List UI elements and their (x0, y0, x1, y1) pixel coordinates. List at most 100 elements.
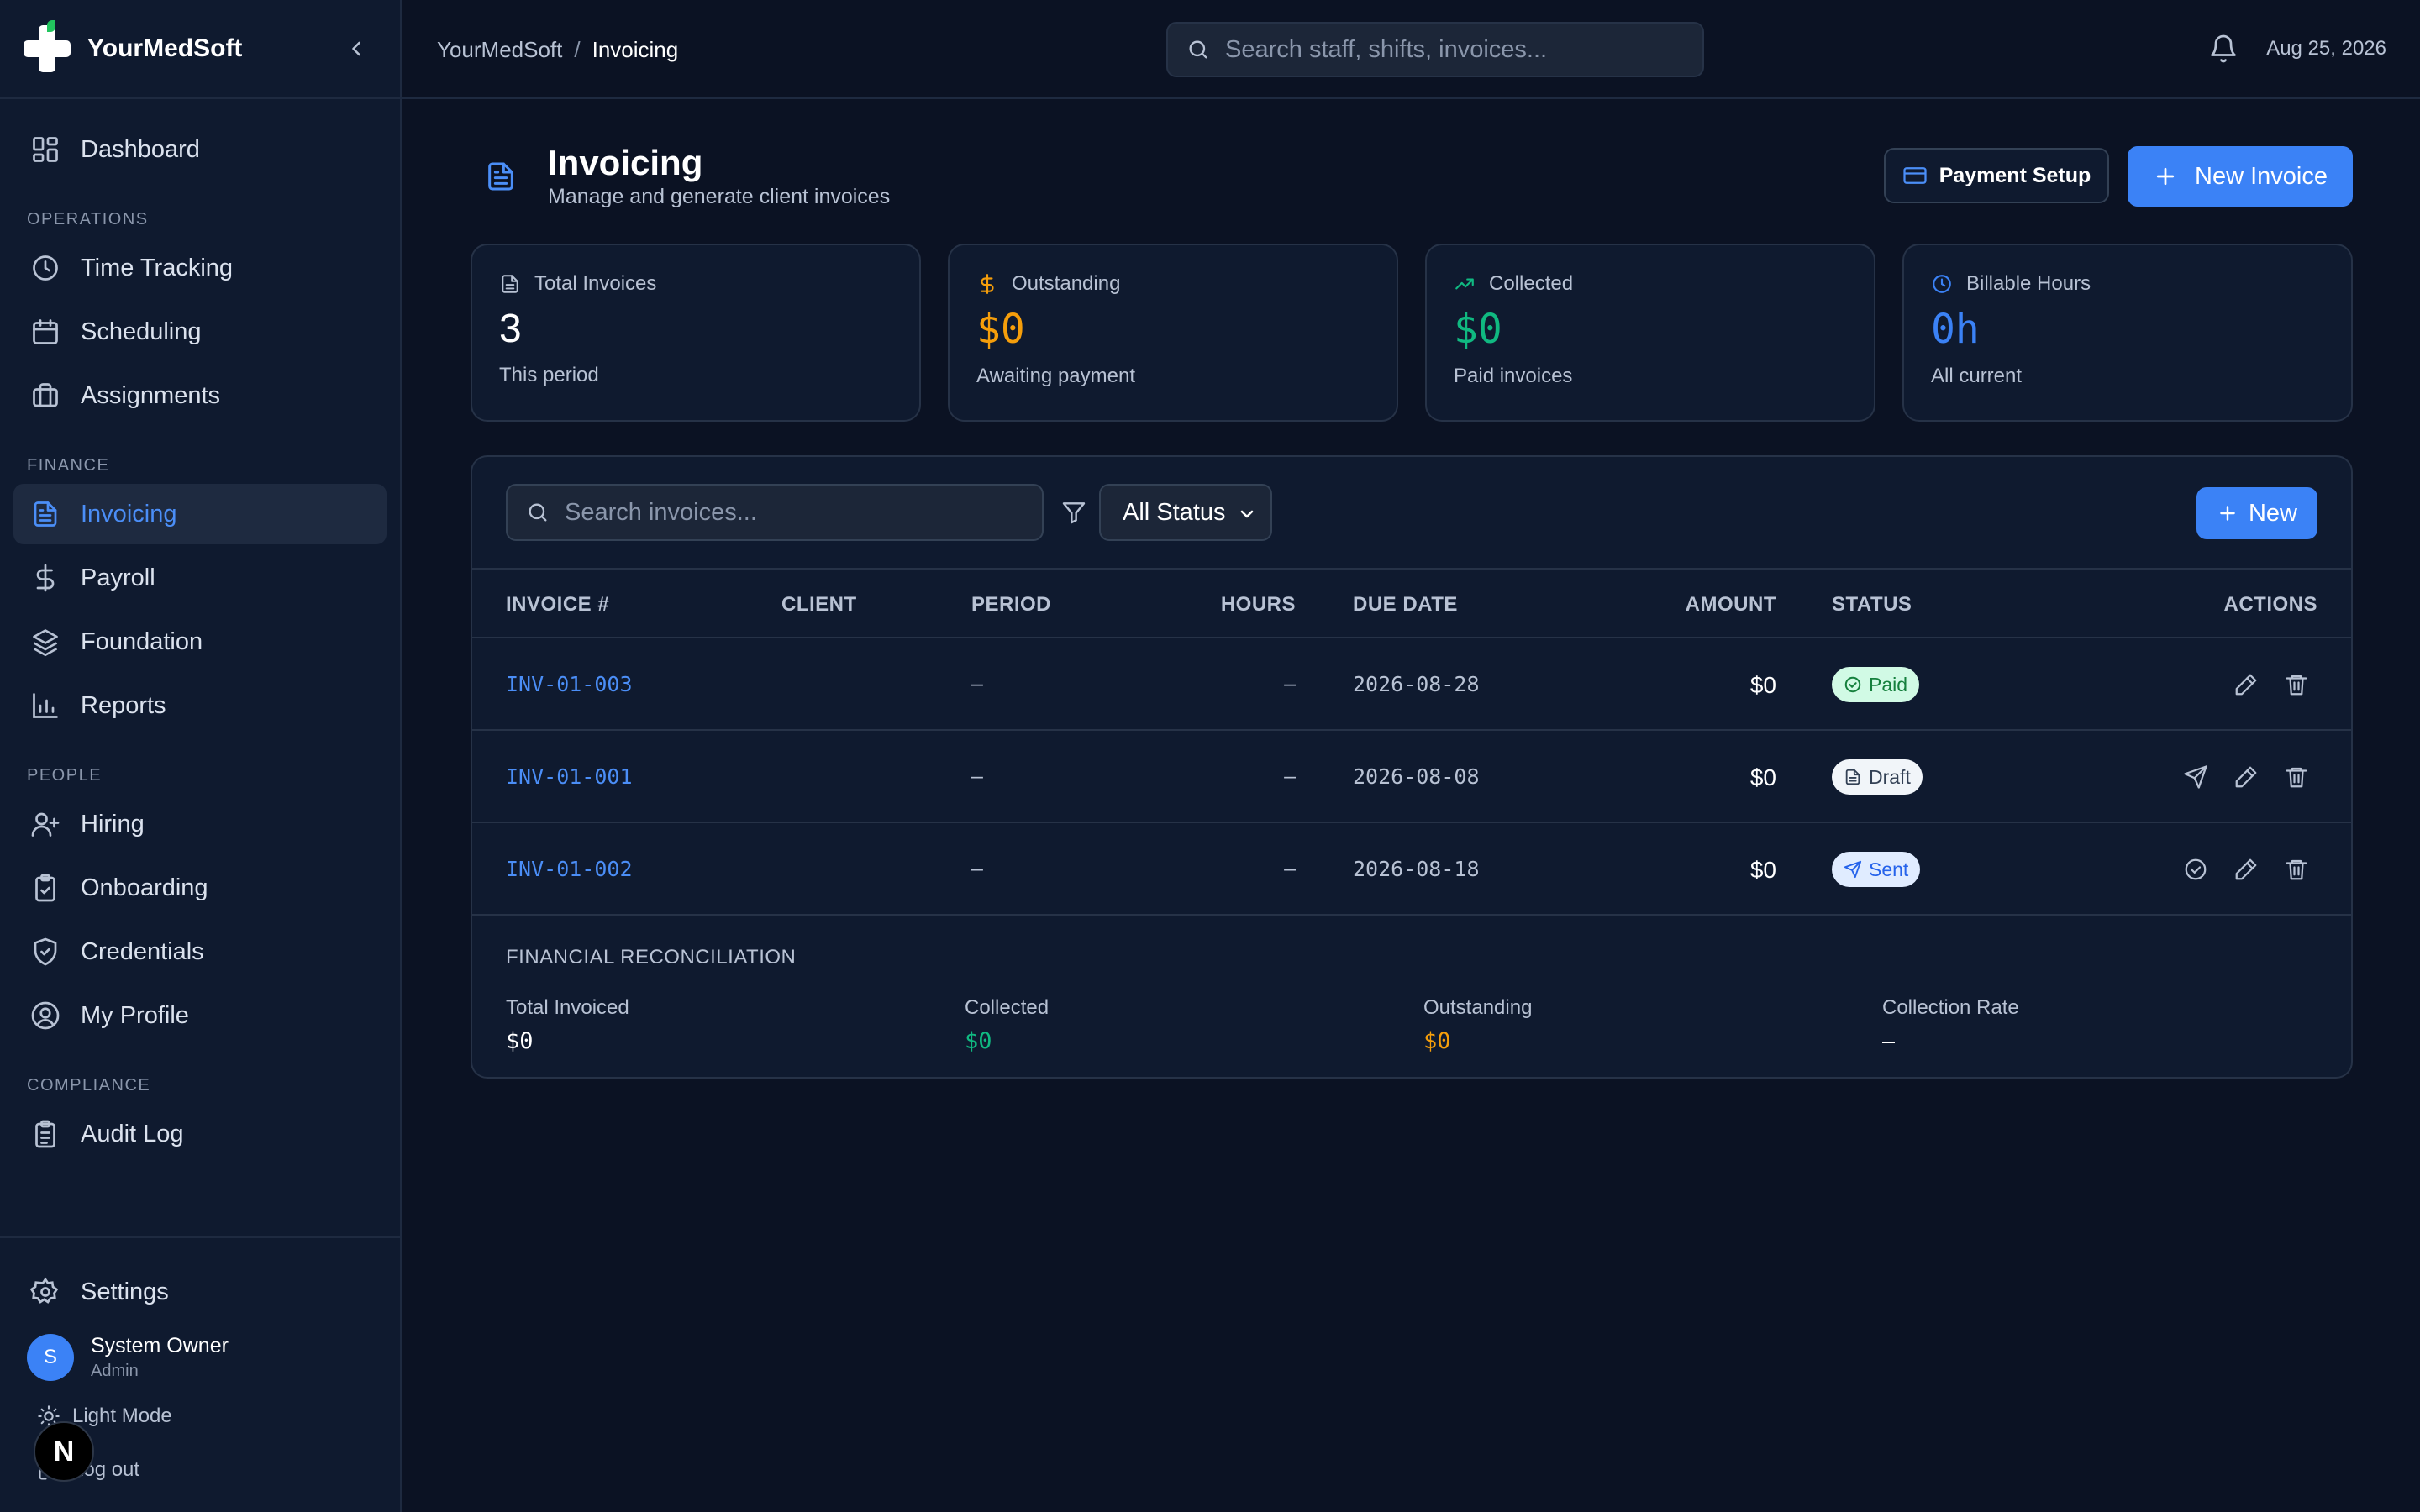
section-label-operations: OPERATIONS (27, 210, 149, 228)
plus-icon (2156, 167, 2175, 186)
sidebar-item-hiring[interactable]: Hiring (13, 794, 387, 854)
pencil-icon[interactable] (2233, 857, 2259, 882)
new-label: New (2248, 499, 2297, 527)
clock-icon (33, 255, 58, 281)
sidebar-item-scheduling[interactable]: Scheduling (13, 302, 387, 362)
trash-icon[interactable] (2284, 764, 2309, 790)
new-invoice-label: New Invoice (2195, 162, 2328, 190)
column-header-status[interactable]: STATUS (1832, 593, 1912, 617)
column-header-amount[interactable]: AMOUNT (1686, 593, 1776, 617)
briefcase-icon (33, 383, 58, 407)
recon-outstanding: Outstanding $0 (1423, 996, 1532, 1054)
send-icon[interactable] (2183, 764, 2208, 790)
check-circle-icon (1844, 676, 1861, 693)
breadcrumb-separator: / (574, 37, 581, 62)
column-header-hours[interactable]: HOURS (1221, 593, 1296, 617)
recon-collected: Collected $0 (965, 996, 1049, 1054)
sidebar-item-payroll[interactable]: Payroll (13, 548, 387, 608)
sidebar-item-audit-log[interactable]: Audit Log (13, 1104, 387, 1164)
stat-card-billable-hours: Billable Hours 0h All current (1902, 244, 2353, 422)
sidebar-item-credentials[interactable]: Credentials (13, 921, 387, 982)
light-mode-label: Light Mode (72, 1404, 172, 1427)
page-header: Invoicing Manage and generate client inv… (471, 141, 2353, 217)
table-row[interactable]: INV-01-002 – – 2026-08-18 $0 Sent (472, 823, 2351, 916)
sidebar: YourMedSoft Dashboard OPERATIONS Time Tr… (0, 0, 402, 1512)
bell-icon[interactable] (2208, 34, 2238, 64)
sidebar-item-label: Invoicing (81, 500, 177, 528)
sidebar-item-reports[interactable]: Reports (13, 675, 387, 736)
layers-icon (33, 629, 58, 657)
page-subtitle: Manage and generate client invoices (548, 185, 891, 208)
status-badge: Draft (1832, 759, 1923, 795)
collapse-sidebar-button[interactable] (343, 35, 370, 62)
stat-card-outstanding: Outstanding $0 Awaiting payment (948, 244, 1398, 422)
brand-name: YourMedSoft (87, 34, 243, 62)
column-header-period[interactable]: PERIOD (971, 593, 1051, 617)
dollar-icon (981, 274, 994, 294)
new-button[interactable]: New (2196, 487, 2317, 539)
sidebar-item-time-tracking[interactable]: Time Tracking (13, 238, 387, 298)
pencil-icon[interactable] (2233, 672, 2259, 697)
due-date-cell: 2026-08-08 (1353, 764, 1480, 789)
trash-icon[interactable] (2284, 857, 2309, 882)
invoice-number-link[interactable]: INV-01-003 (506, 672, 633, 696)
recon-total-invoiced: Total Invoiced $0 (506, 996, 629, 1054)
table-row[interactable]: INV-01-003 – – 2026-08-28 $0 Paid (472, 638, 2351, 731)
check-circle-icon[interactable] (2183, 857, 2208, 882)
pencil-icon[interactable] (2233, 764, 2259, 790)
status-label: Draft (1869, 765, 1911, 788)
stat-value: 3 (499, 307, 522, 351)
recon-label: Outstanding (1423, 996, 1533, 1019)
sidebar-nav: Dashboard OPERATIONS Time Tracking Sched… (0, 99, 400, 1164)
recon-value: $0 (1423, 1028, 1451, 1054)
sidebar-item-invoicing[interactable]: Invoicing (13, 484, 387, 544)
invoice-number-link[interactable]: INV-01-002 (506, 857, 633, 881)
file-icon (34, 501, 57, 527)
status-label: Sent (1869, 858, 1909, 880)
table-row[interactable]: INV-01-001 – – 2026-08-08 $0 Draft (472, 731, 2351, 823)
file-icon (1845, 769, 1860, 785)
page-title: Invoicing (548, 143, 703, 182)
status-filter-select[interactable]: All Status (1099, 484, 1272, 541)
due-date-cell: 2026-08-28 (1353, 672, 1480, 696)
user-profile[interactable]: S System Owner Admin (0, 1334, 400, 1381)
settings-label: Settings (81, 1278, 169, 1305)
payment-setup-button[interactable]: Payment Setup (1884, 148, 2109, 203)
sidebar-item-label: Foundation (81, 627, 203, 655)
recon-label: Collected (965, 996, 1050, 1019)
sidebar-item-onboarding[interactable]: Onboarding (13, 858, 387, 918)
column-header-invoice[interactable]: INVOICE # (506, 593, 609, 617)
new-invoice-button[interactable]: New Invoice (2128, 146, 2353, 207)
user-circle-icon (31, 1001, 60, 1030)
nextjs-dev-badge[interactable]: N (34, 1421, 94, 1482)
trash-icon[interactable] (2284, 672, 2309, 697)
clock-icon (1933, 275, 1951, 293)
invoice-number-link[interactable]: INV-01-001 (506, 764, 633, 789)
column-header-due-date[interactable]: DUE DATE (1353, 593, 1458, 617)
calendar-icon (33, 319, 58, 344)
filter-icon (1062, 502, 1086, 524)
column-header-client[interactable]: CLIENT (781, 593, 857, 617)
breadcrumb-current: Invoicing (592, 37, 679, 62)
sidebar-item-assignments[interactable]: Assignments (13, 365, 387, 426)
sidebar-item-settings[interactable]: Settings (13, 1262, 387, 1322)
breadcrumb-root[interactable]: YourMedSoft (437, 37, 562, 62)
stat-value: $0 (976, 306, 1025, 353)
breadcrumb: YourMedSoft / Invoicing (437, 37, 678, 63)
status-badge: Sent (1832, 852, 1921, 887)
invoice-search-input[interactable]: Search invoices... (506, 484, 1044, 541)
stat-label: Collected (1489, 272, 1574, 295)
sidebar-item-dashboard[interactable]: Dashboard (13, 119, 387, 180)
global-search-input[interactable]: Search staff, shifts, invoices... (1166, 22, 1704, 77)
payment-setup-label: Payment Setup (1939, 163, 2091, 187)
hours-cell: – (1284, 764, 1296, 788)
sidebar-item-foundation[interactable]: Foundation (13, 612, 387, 672)
section-label-finance: FINANCE (27, 456, 110, 475)
user-plus-icon (31, 812, 60, 837)
topbar: YourMedSoft / Invoicing Search staff, shif… (402, 0, 2420, 99)
sidebar-item-label: Hiring (81, 810, 145, 837)
current-date: Aug 25, 2026 (2266, 37, 2386, 60)
table-header: INVOICE # CLIENT PERIOD HOURS DUE DATE A… (472, 570, 2351, 638)
stat-sub: This period (499, 364, 599, 386)
sidebar-item-my-profile[interactable]: My Profile (13, 985, 387, 1046)
